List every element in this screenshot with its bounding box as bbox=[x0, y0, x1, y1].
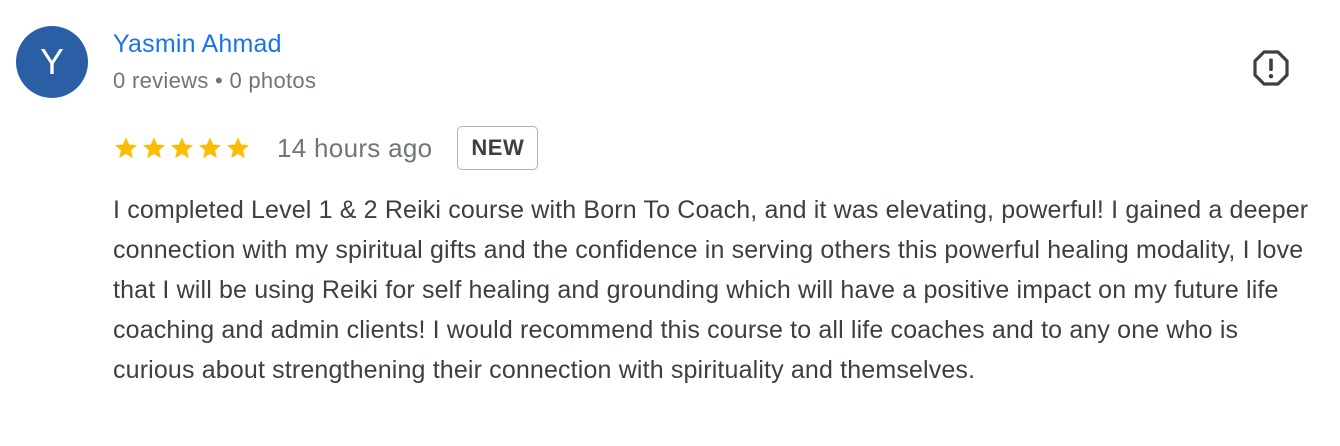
star-icon bbox=[199, 137, 221, 159]
review-text: I completed Level 1 & 2 Reiki course wit… bbox=[113, 196, 1309, 384]
reviewer-name[interactable]: Yasmin Ahmad bbox=[113, 30, 282, 59]
star-icon bbox=[171, 137, 193, 159]
star-icon bbox=[227, 137, 249, 159]
avatar[interactable]: Y bbox=[16, 26, 88, 98]
star-icon bbox=[115, 137, 137, 159]
review-time: 14 hours ago bbox=[277, 132, 433, 163]
reviewer-meta: 0 reviews • 0 photos bbox=[113, 68, 317, 93]
report-review-button[interactable] bbox=[1250, 47, 1292, 89]
star-icon bbox=[143, 137, 165, 159]
report-icon bbox=[1253, 50, 1289, 86]
new-badge: NEW bbox=[457, 126, 539, 170]
rating-row: 14 hours ago NEW bbox=[113, 125, 539, 171]
star-rating bbox=[113, 135, 251, 161]
